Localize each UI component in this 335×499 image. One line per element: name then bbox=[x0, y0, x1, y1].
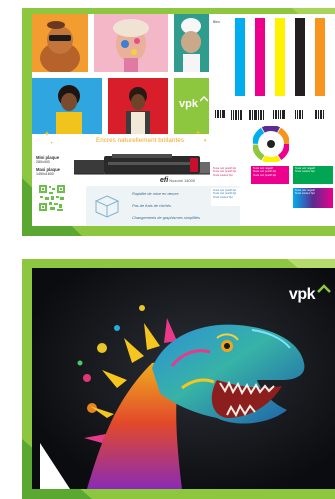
spec-maxi-title: Maxi plaque bbox=[36, 167, 60, 172]
top-sample-sheet: vpk ✦ ✦ Encres naturellement brillantes … bbox=[32, 14, 335, 226]
text-sample: Texte noir négatif Texte couleur 6pt bbox=[293, 166, 333, 184]
text-sample-line: Texte couleur 6pt bbox=[295, 170, 315, 174]
photo-dog-chef bbox=[174, 14, 209, 72]
vpk-logo: vpk bbox=[288, 286, 316, 303]
magenta-bar bbox=[255, 18, 265, 96]
text-sample: Texte noir positif 2pt Texte noir positi… bbox=[211, 166, 247, 184]
calibration-label: Bleu bbox=[213, 20, 220, 24]
text-sample: Texte noir négatif Texte noir positif 2p… bbox=[251, 166, 289, 184]
cube-icon bbox=[94, 195, 120, 218]
text-sample-line: Texte couleur 6pt bbox=[213, 173, 233, 177]
bottom-sample-sheet: vpk bbox=[32, 268, 335, 489]
text-sample-line: Texte noir positif 4pt bbox=[253, 173, 277, 177]
photo-dog-sunglasses bbox=[32, 14, 88, 72]
efi-logo: efi bbox=[160, 177, 169, 184]
sparkle-icon: ✦ bbox=[203, 138, 208, 144]
feature-item: Rapidité de mise en œuvre bbox=[132, 191, 179, 196]
cyan-bar bbox=[235, 18, 245, 96]
vpk-logo: vpk bbox=[179, 98, 198, 110]
color-wheel-icon bbox=[253, 126, 289, 162]
calibration-panel: Bleu Texte noir positif 2pt Texte noir p… bbox=[209, 14, 335, 226]
yellow-bar bbox=[275, 18, 285, 96]
top-sample-card: vpk ✦ ✦ Encres naturellement brillantes … bbox=[22, 8, 335, 236]
printer-image bbox=[74, 154, 210, 175]
vpk-logo-tile: vpk bbox=[174, 78, 209, 134]
photo-woman-laughing bbox=[32, 78, 102, 134]
bottom-sample-card: vpk bbox=[22, 259, 335, 499]
printer-brand: efi Nozomi 14000 bbox=[160, 177, 195, 184]
headline: Encres naturellement brillantes bbox=[95, 137, 185, 144]
sparkle-icon: ✦ bbox=[195, 130, 201, 137]
text-sample-line: Texte couleur 6pt bbox=[295, 192, 315, 196]
photo-woman-paint bbox=[94, 14, 168, 72]
spec-mini-size: 280x400 bbox=[36, 160, 50, 165]
spec-mini: Mini plaque 280x400 bbox=[36, 155, 60, 165]
feature-item: Changements de graphismes simplifiés bbox=[132, 215, 200, 220]
orange-bar bbox=[315, 18, 325, 96]
text-sample-line: Texte couleur 6pt bbox=[213, 195, 233, 199]
sparkle-icon: ✦ bbox=[50, 140, 54, 145]
barcode-icon bbox=[215, 110, 324, 120]
logo-chevron-icon bbox=[317, 284, 331, 293]
photo-man-red bbox=[108, 78, 168, 134]
spec-maxi-size: 1450x1600 bbox=[36, 172, 54, 177]
logo-chevron-icon bbox=[200, 96, 208, 102]
qr-code-icon bbox=[38, 184, 66, 212]
feature-item: Pas de frais de clichés bbox=[132, 203, 171, 208]
text-sample: Texte noir négatif Texte couleur 6pt bbox=[293, 188, 333, 208]
text-sample: Texte noir positif 2pt Texte noir positi… bbox=[211, 188, 247, 206]
black-bar bbox=[295, 18, 305, 96]
printer-model: Nozomi 14000 bbox=[169, 178, 196, 183]
spec-maxi: Maxi plaque 1450x1600 bbox=[36, 167, 60, 177]
spec-mini-title: Mini plaque bbox=[36, 155, 60, 160]
sparkle-icon: ✦ bbox=[44, 131, 50, 138]
